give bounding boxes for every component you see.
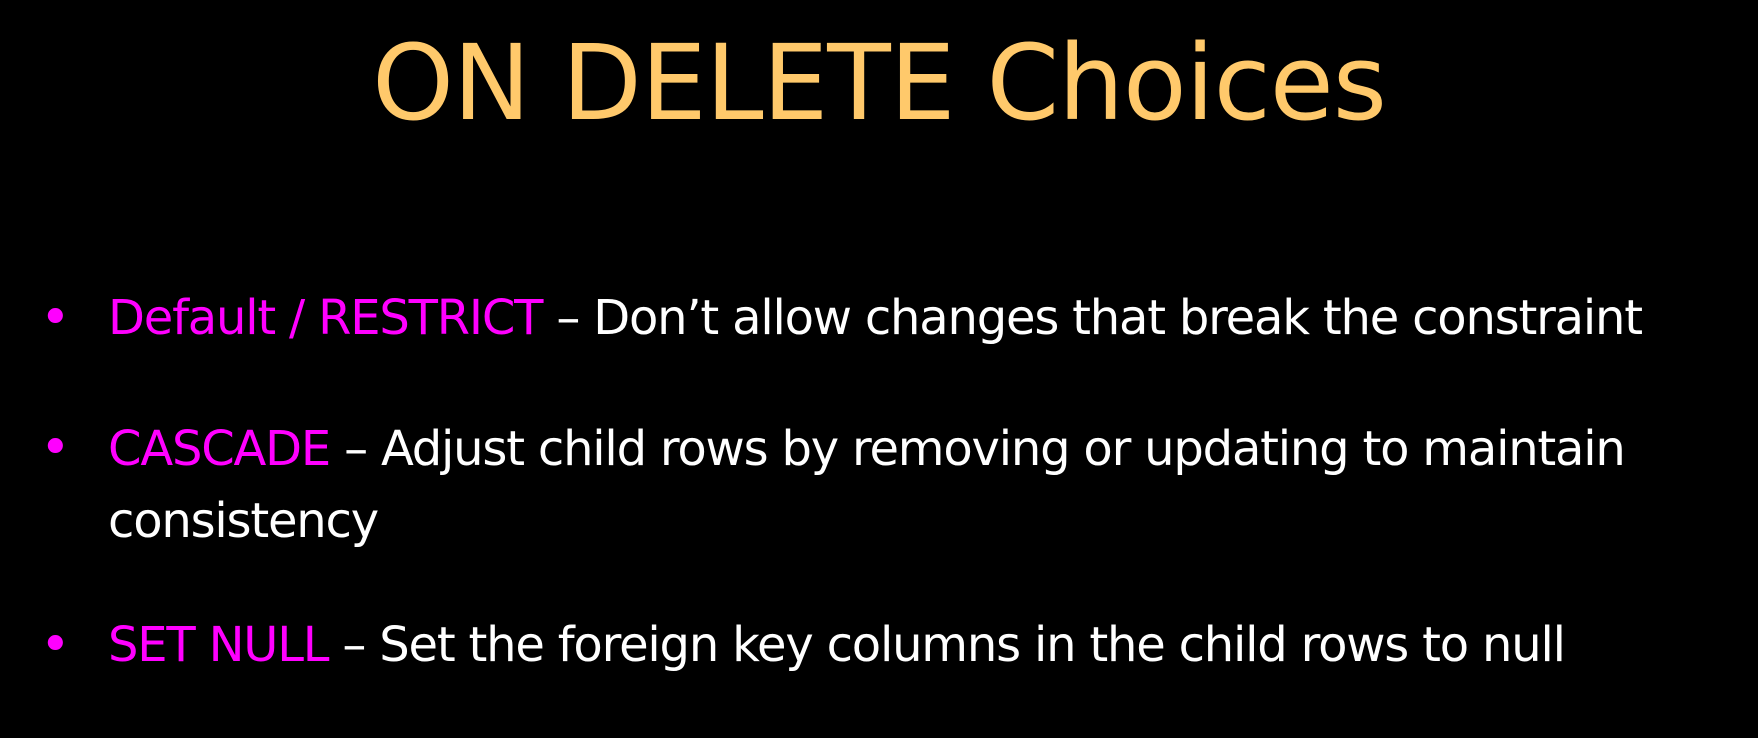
bullet-term: CASCADE (108, 421, 331, 477)
bullet-description: – Don’t allow changes that break the con… (542, 290, 1643, 346)
bullet-term: SET NULL (108, 617, 330, 673)
bullet-text: SET NULL – Set the foreign key columns i… (108, 610, 1728, 680)
bullet-description: – Adjust child rows by removing or updat… (108, 421, 1626, 549)
slide: ON DELETE Choices • Default / RESTRICT –… (0, 0, 1758, 738)
bullet-text: CASCADE – Adjust child rows by removing … (108, 413, 1728, 557)
bullet-description: – Set the foreign key columns in the chi… (328, 617, 1566, 673)
bullet-icon: • (40, 418, 71, 478)
bullet-icon: • (40, 615, 71, 675)
bullet-list: • Default / RESTRICT – Don’t allow chang… (0, 0, 1758, 738)
bullet-term: Default / RESTRICT (108, 290, 543, 346)
bullet-text: Default / RESTRICT – Don’t allow changes… (108, 283, 1728, 353)
bullet-icon: • (40, 288, 71, 348)
